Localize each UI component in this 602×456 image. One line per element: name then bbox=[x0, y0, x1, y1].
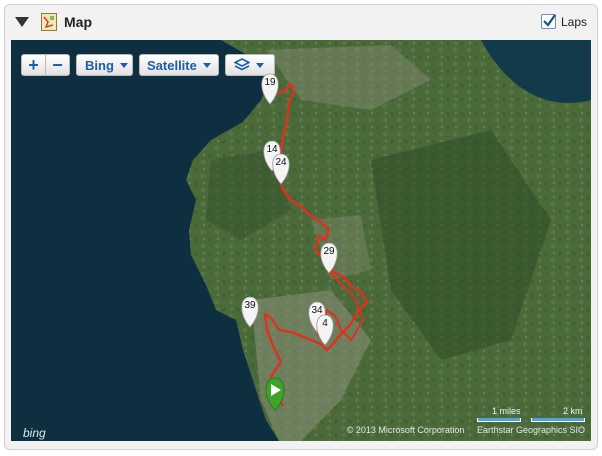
scale-miles-bar bbox=[477, 418, 521, 422]
map-provider-label: Bing bbox=[85, 57, 114, 73]
lap-pin-4[interactable]: 4 bbox=[314, 318, 336, 329]
lap-pin-39[interactable]: 39 bbox=[239, 300, 261, 311]
layers-icon bbox=[234, 58, 250, 71]
scale-km-bar bbox=[531, 418, 585, 422]
checkmark-icon bbox=[543, 14, 556, 27]
scale-km-label: 2 km bbox=[563, 406, 583, 416]
zoom-control: + − bbox=[21, 54, 70, 76]
lap-pin-24[interactable]: 24 bbox=[270, 157, 292, 168]
map-icon bbox=[41, 13, 57, 31]
laps-toggle[interactable]: Laps bbox=[540, 14, 587, 29]
map-type-dropdown[interactable]: Satellite bbox=[139, 54, 219, 76]
lap-pin-29[interactable]: 29 bbox=[318, 246, 340, 257]
laps-label: Laps bbox=[560, 14, 587, 29]
map-type-label: Satellite bbox=[147, 57, 197, 73]
collapse-toggle[interactable] bbox=[15, 16, 29, 28]
chevron-down-icon bbox=[256, 62, 264, 68]
laps-checkbox[interactable] bbox=[540, 14, 556, 29]
chevron-down-icon bbox=[119, 62, 128, 68]
map-provider-dropdown[interactable]: Bing bbox=[76, 54, 133, 76]
scale-miles-label: 1 miles bbox=[492, 406, 521, 416]
panel-header: Map Laps bbox=[5, 5, 597, 39]
lap-pin-19[interactable]: 19 bbox=[259, 77, 281, 88]
map-copyright: © 2013 Microsoft Corporation Earthstar G… bbox=[346, 425, 585, 435]
lap-pin-34[interactable]: 34 bbox=[306, 305, 328, 316]
panel-title: Map bbox=[64, 14, 92, 30]
zoom-in-button[interactable]: + bbox=[22, 55, 45, 75]
map-panel: Map Laps + − Bing Satellite 19 14 24 29 … bbox=[4, 4, 598, 450]
satellite-imagery bbox=[11, 40, 591, 441]
chevron-down-icon bbox=[202, 62, 211, 68]
lap-pin-14[interactable]: 14 bbox=[261, 144, 283, 155]
map-view[interactable]: + − Bing Satellite 19 14 24 29 39 34 4 b… bbox=[11, 40, 591, 441]
triangle-down-icon bbox=[15, 17, 29, 27]
bing-logo: bing bbox=[23, 426, 46, 440]
zoom-out-button[interactable]: − bbox=[46, 55, 69, 75]
layers-dropdown[interactable] bbox=[225, 54, 275, 76]
